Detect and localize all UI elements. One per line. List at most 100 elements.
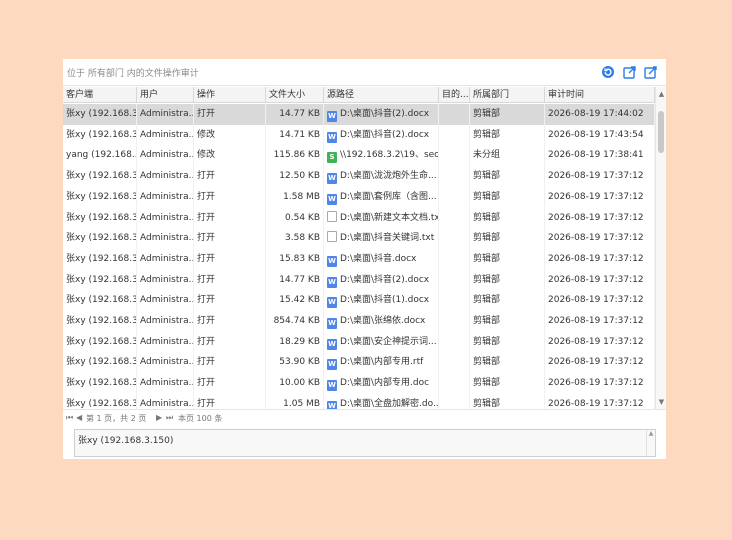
column-header-audit-time[interactable]: 审计时间 bbox=[545, 87, 655, 103]
path-text: D:\桌面\抖音(1).docx bbox=[340, 295, 430, 306]
prev-page-icon[interactable]: ◀ bbox=[76, 413, 82, 422]
sheet-file-icon: S bbox=[327, 152, 337, 164]
path-text: D:\桌面\抖音.docx bbox=[340, 253, 417, 264]
file-audit-panel: 位于 所有部门 内的文件操作审计 客户端 用户 操作 文件大小 源路径 目的..… bbox=[63, 59, 666, 459]
detail-box[interactable]: 张xy (192.168.3.150) ▲ bbox=[74, 429, 656, 457]
cell-path: W D:\桌面\抖音(1).docx bbox=[324, 290, 439, 311]
cell-op: 打开 bbox=[194, 104, 266, 125]
audit-table: 客户端 用户 操作 文件大小 源路径 目的... 所属部门 审计时间 张xy (… bbox=[63, 87, 666, 409]
table-row[interactable]: 张xy (192.168.3...Administra...打开12.50 KB… bbox=[63, 166, 655, 187]
table-row[interactable]: 张xy (192.168.3...Administra...打开1.58 MBW… bbox=[63, 186, 655, 208]
cell-user: Administra... bbox=[137, 331, 194, 353]
table-row[interactable]: 张xy (192.168.3...Administra...打开15.83 KB… bbox=[63, 248, 655, 270]
table-row[interactable]: 张xy (192.168.3...Administra...打开854.74 K… bbox=[63, 311, 655, 332]
cell-path: W D:\桌面\内部专用.rtf bbox=[324, 352, 439, 374]
cell-dest bbox=[439, 228, 470, 249]
cell-op: 打开 bbox=[194, 352, 266, 374]
cell-dept: 剪辑部 bbox=[470, 104, 545, 125]
cell-path: W D:\桌面\安企神提示词... bbox=[324, 331, 439, 353]
word-file-icon: W bbox=[327, 131, 337, 143]
toolbar: 位于 所有部门 内的文件操作审计 bbox=[63, 59, 666, 86]
cell-user: Administra... bbox=[137, 228, 194, 249]
column-header-source-path[interactable]: 源路径 bbox=[324, 87, 439, 103]
cell-time: 2026-08-19 17:38:41 bbox=[545, 145, 655, 167]
next-page-icon[interactable]: ▶ bbox=[156, 413, 162, 422]
word-file-icon: W bbox=[327, 318, 337, 329]
column-header-user[interactable]: 用户 bbox=[137, 87, 194, 103]
first-page-icon[interactable]: ⏮ bbox=[66, 413, 73, 423]
cell-user: Administra... bbox=[137, 248, 194, 270]
cell-size: 14.77 KB bbox=[266, 269, 324, 291]
cell-dest bbox=[439, 311, 470, 332]
cell-time: 2026-08-19 17:37:12 bbox=[545, 228, 655, 249]
table-row[interactable]: 张xy (192.168.3...Administra...打开15.42 KB… bbox=[63, 290, 655, 311]
cell-dept: 剪辑部 bbox=[470, 166, 545, 187]
cell-time: 2026-08-19 17:44:02 bbox=[545, 104, 655, 125]
cell-op: 修改 bbox=[194, 124, 266, 146]
cell-user: Administra... bbox=[137, 207, 194, 229]
cell-time: 2026-08-19 17:37:12 bbox=[545, 352, 655, 374]
export-all-icon[interactable] bbox=[644, 65, 658, 79]
word-file-icon: W bbox=[327, 338, 337, 350]
cell-dept: 剪辑部 bbox=[470, 269, 545, 291]
cell-client: 张xy (192.168.3... bbox=[63, 124, 137, 146]
path-text: D:\桌面\内部专用.doc bbox=[340, 378, 430, 389]
word-file-icon: W bbox=[327, 173, 337, 185]
table-row[interactable]: 张xy (192.168.3...Administra...打开1.05 MBW… bbox=[63, 393, 655, 409]
vertical-scrollbar[interactable]: ▲ ▼ bbox=[655, 87, 666, 409]
path-text: D:\桌面\新建文本文档.txt bbox=[340, 212, 439, 223]
cell-dept: 剪辑部 bbox=[470, 248, 545, 270]
table-row[interactable]: 张xy (192.168.3...Administra...打开14.77 KB… bbox=[63, 269, 655, 291]
scrollbar-thumb[interactable] bbox=[658, 111, 664, 153]
cell-op: 打开 bbox=[194, 269, 266, 291]
cell-path: D:\桌面\抖音关键词.txt bbox=[324, 228, 439, 249]
cell-client: 张xy (192.168.3... bbox=[63, 393, 137, 409]
cell-op: 修改 bbox=[194, 145, 266, 167]
cell-dest bbox=[439, 124, 470, 146]
cell-dest bbox=[439, 352, 470, 374]
column-header-size[interactable]: 文件大小 bbox=[266, 87, 324, 103]
path-text: D:\桌面\抖音(2).docx bbox=[340, 109, 430, 119]
cell-user: Administra... bbox=[137, 373, 194, 394]
refresh-icon[interactable] bbox=[601, 65, 615, 79]
table-row[interactable]: 张xy (192.168.3...Administra...打开3.58 KB D… bbox=[63, 228, 655, 249]
cell-time: 2026-08-19 17:37:12 bbox=[545, 373, 655, 394]
cell-path: W D:\桌面\全盘加解密.do... bbox=[324, 393, 439, 409]
scroll-down-icon[interactable]: ▼ bbox=[657, 398, 666, 407]
table-body: 张xy (192.168.3...Administra...打开14.77 KB… bbox=[63, 104, 655, 409]
cell-time: 2026-08-19 17:37:12 bbox=[545, 166, 655, 187]
cell-op: 打开 bbox=[194, 373, 266, 394]
cell-path: W D:\桌面\抖音(2).docx bbox=[324, 124, 439, 146]
cell-user: Administra... bbox=[137, 352, 194, 374]
table-row[interactable]: 张xy (192.168.3...Administra...打开14.77 KB… bbox=[63, 104, 655, 125]
export-icon[interactable] bbox=[623, 65, 637, 79]
table-row[interactable]: 张xy (192.168.3...Administra...修改14.71 KB… bbox=[63, 124, 655, 146]
detail-scrollbar[interactable]: ▲ bbox=[646, 430, 655, 456]
scroll-up-icon[interactable]: ▲ bbox=[657, 90, 666, 99]
cell-user: Administra... bbox=[137, 166, 194, 187]
cell-size: 115.86 KB bbox=[266, 145, 324, 167]
cell-user: Administra... bbox=[137, 269, 194, 291]
cell-time: 2026-08-19 17:37:12 bbox=[545, 331, 655, 353]
cell-dest bbox=[439, 207, 470, 229]
table-row[interactable]: 张xy (192.168.3...Administra...打开10.00 KB… bbox=[63, 373, 655, 394]
cell-size: 1.05 MB bbox=[266, 393, 324, 409]
cell-dest bbox=[439, 331, 470, 353]
cell-size: 53.90 KB bbox=[266, 352, 324, 374]
cell-dest bbox=[439, 269, 470, 291]
cell-size: 0.54 KB bbox=[266, 207, 324, 229]
column-header-department[interactable]: 所属部门 bbox=[470, 87, 545, 103]
last-page-icon[interactable]: ⏭ bbox=[166, 413, 173, 423]
table-row[interactable]: 张xy (192.168.3...Administra...打开53.90 KB… bbox=[63, 352, 655, 374]
table-row[interactable]: yang (192.168.... Administra... 修改 115.86 K… bbox=[63, 145, 655, 167]
cell-size: 18.29 KB bbox=[266, 331, 324, 353]
cell-dest bbox=[439, 393, 470, 409]
table-row[interactable]: 张xy (192.168.3...Administra...打开18.29 KB… bbox=[63, 331, 655, 353]
cell-size: 1.58 MB bbox=[266, 186, 324, 208]
table-row[interactable]: 张xy (192.168.3...Administra...打开0.54 KB D… bbox=[63, 207, 655, 229]
cell-dept: 剪辑部 bbox=[470, 186, 545, 208]
column-header-client[interactable]: 客户端 bbox=[63, 87, 137, 103]
column-header-operation[interactable]: 操作 bbox=[194, 87, 266, 103]
column-header-destination[interactable]: 目的... bbox=[439, 87, 470, 103]
cell-client: 张xy (192.168.3... bbox=[63, 269, 137, 291]
